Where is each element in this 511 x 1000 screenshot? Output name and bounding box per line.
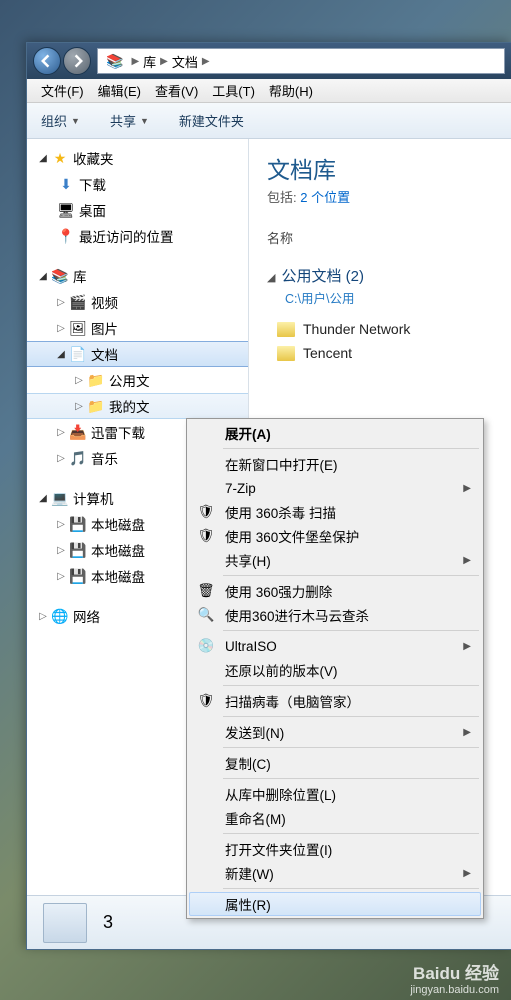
tree-videos[interactable]: ▷🎬视频 xyxy=(27,289,248,315)
chevron-down-icon: ▼ xyxy=(71,116,80,126)
folder-icon xyxy=(277,346,295,361)
tree-documents[interactable]: ◢📄文档 xyxy=(27,341,248,367)
tree-downloads[interactable]: ⬇下载 xyxy=(27,171,248,197)
menu-tools[interactable]: 工具(T) xyxy=(206,79,261,102)
ctx-properties[interactable]: 属性(R) xyxy=(189,892,481,916)
breadcrumb-current[interactable]: 文档 xyxy=(172,52,198,71)
menu-edit[interactable]: 编辑(E) xyxy=(92,79,147,102)
column-header-name[interactable]: 名称 xyxy=(267,228,503,247)
chevron-right-icon: ▶ xyxy=(463,555,471,566)
ctx-copy[interactable]: 复制(C) xyxy=(189,751,481,775)
shield-icon: 🛡 xyxy=(197,527,215,545)
breadcrumb-root[interactable]: 库 xyxy=(143,52,156,71)
drive-icon: 💾 xyxy=(69,541,87,559)
chevron-right-icon: ▶ xyxy=(463,868,471,879)
watermark: Baidu 经验 jingyan.baidu.com xyxy=(410,959,499,996)
scan-icon: 🔍 xyxy=(197,606,215,624)
menu-help[interactable]: 帮助(H) xyxy=(263,79,319,102)
file-item[interactable]: Tencent xyxy=(277,345,503,361)
ctx-open-new-window[interactable]: 在新窗口中打开(E) xyxy=(189,452,481,476)
recent-icon: 📍 xyxy=(57,227,75,245)
thunder-icon: 📥 xyxy=(69,423,87,441)
tree-recent[interactable]: 📍最近访问的位置 xyxy=(27,223,248,249)
ctx-rename[interactable]: 重命名(M) xyxy=(189,806,481,830)
ctx-restore[interactable]: 还原以前的版本(V) xyxy=(189,658,481,682)
locations-link[interactable]: 2 个位置 xyxy=(300,190,350,205)
address-bar: 📚 ▶ 库 ▶ 文档 ▶ xyxy=(27,43,511,79)
new-folder-button[interactable]: 新建文件夹 xyxy=(179,111,244,130)
ctx-360-fortress[interactable]: 🛡使用 360文件堡垒保护 xyxy=(189,524,481,548)
share-button[interactable]: 共享▼ xyxy=(110,111,149,130)
document-icon xyxy=(43,903,87,943)
library-title: 文档库 xyxy=(267,151,503,185)
disc-icon: 💿 xyxy=(197,637,215,655)
picture-icon: 🖼 xyxy=(69,319,87,337)
breadcrumb[interactable]: 📚 ▶ 库 ▶ 文档 ▶ xyxy=(97,48,505,74)
drive-icon: 💾 xyxy=(69,567,87,585)
drive-icon: 💾 xyxy=(69,515,87,533)
delete-icon: 🗑 xyxy=(197,582,215,600)
ctx-7zip[interactable]: 7-Zip▶ xyxy=(189,476,481,500)
menu-bar: 文件(F) 编辑(E) 查看(V) 工具(T) 帮助(H) xyxy=(27,79,511,103)
ctx-share[interactable]: 共享(H)▶ xyxy=(189,548,481,572)
file-group[interactable]: ◢公用文档 (2) xyxy=(267,265,503,286)
ctx-new[interactable]: 新建(W)▶ xyxy=(189,861,481,885)
chevron-right-icon: ▶ xyxy=(463,483,471,494)
antivirus-icon: 🛡 xyxy=(197,692,215,710)
chevron-right-icon: ▶ xyxy=(463,641,471,652)
document-icon: 📄 xyxy=(69,345,87,363)
ctx-send-to[interactable]: 发送到(N)▶ xyxy=(189,720,481,744)
chevron-right-icon: ▶ xyxy=(160,56,168,67)
library-icon: 📚 xyxy=(106,53,123,70)
folder-icon xyxy=(277,322,295,337)
ctx-360-scan[interactable]: 🛡使用 360杀毒 扫描 xyxy=(189,500,481,524)
tree-desktop[interactable]: 🖥桌面 xyxy=(27,197,248,223)
back-button[interactable] xyxy=(33,47,61,75)
tree-pictures[interactable]: ▷🖼图片 xyxy=(27,315,248,341)
music-icon: 🎵 xyxy=(69,449,87,467)
shield-icon: 🛡 xyxy=(197,503,215,521)
folder-icon: 📁 xyxy=(87,397,105,415)
tree-libraries[interactable]: ◢📚库 xyxy=(27,263,248,289)
chevron-right-icon: ▶ xyxy=(202,56,210,67)
star-icon: ★ xyxy=(51,149,69,167)
chevron-right-icon: ▶ xyxy=(463,727,471,738)
computer-icon: 💻 xyxy=(51,489,69,507)
tree-public-docs[interactable]: ▷📁公用文 xyxy=(27,367,248,393)
library-subtitle: 包括: 2 个位置 xyxy=(267,187,503,206)
ctx-360-trojan[interactable]: 🔍使用360进行木马云查杀 xyxy=(189,603,481,627)
desktop-icon: 🖥 xyxy=(57,201,75,219)
group-path: C:\用户\公用 xyxy=(285,288,503,307)
tree-my-docs[interactable]: ▷📁我的文 xyxy=(27,393,248,419)
folder-icon: 📁 xyxy=(87,371,105,389)
chevron-right-icon: ▶ xyxy=(131,56,139,67)
tree-favorites[interactable]: ◢★收藏夹 xyxy=(27,145,248,171)
file-item[interactable]: Thunder Network xyxy=(277,321,503,337)
chevron-down-icon: ▼ xyxy=(140,116,149,126)
network-icon: 🌐 xyxy=(51,607,69,625)
download-icon: ⬇ xyxy=(57,175,75,193)
ctx-360-force-delete[interactable]: 🗑使用 360强力删除 xyxy=(189,579,481,603)
ctx-remove-location[interactable]: 从库中删除位置(L) xyxy=(189,782,481,806)
ctx-ultraiso[interactable]: 💿UltraISO▶ xyxy=(189,634,481,658)
ctx-open-location[interactable]: 打开文件夹位置(I) xyxy=(189,837,481,861)
forward-button[interactable] xyxy=(63,47,91,75)
menu-file[interactable]: 文件(F) xyxy=(35,79,90,102)
context-menu: 展开(A) 在新窗口中打开(E) 7-Zip▶ 🛡使用 360杀毒 扫描 🛡使用… xyxy=(186,418,484,919)
item-count: 3 xyxy=(103,912,113,933)
organize-button[interactable]: 组织▼ xyxy=(41,111,80,130)
menu-view[interactable]: 查看(V) xyxy=(149,79,204,102)
toolbar: 组织▼ 共享▼ 新建文件夹 xyxy=(27,103,511,139)
chevron-down-icon: ◢ xyxy=(267,271,275,284)
ctx-scan-virus[interactable]: 🛡扫描病毒（电脑管家） xyxy=(189,689,481,713)
library-icon: 📚 xyxy=(51,267,69,285)
ctx-expand[interactable]: 展开(A) xyxy=(189,421,481,445)
video-icon: 🎬 xyxy=(69,293,87,311)
